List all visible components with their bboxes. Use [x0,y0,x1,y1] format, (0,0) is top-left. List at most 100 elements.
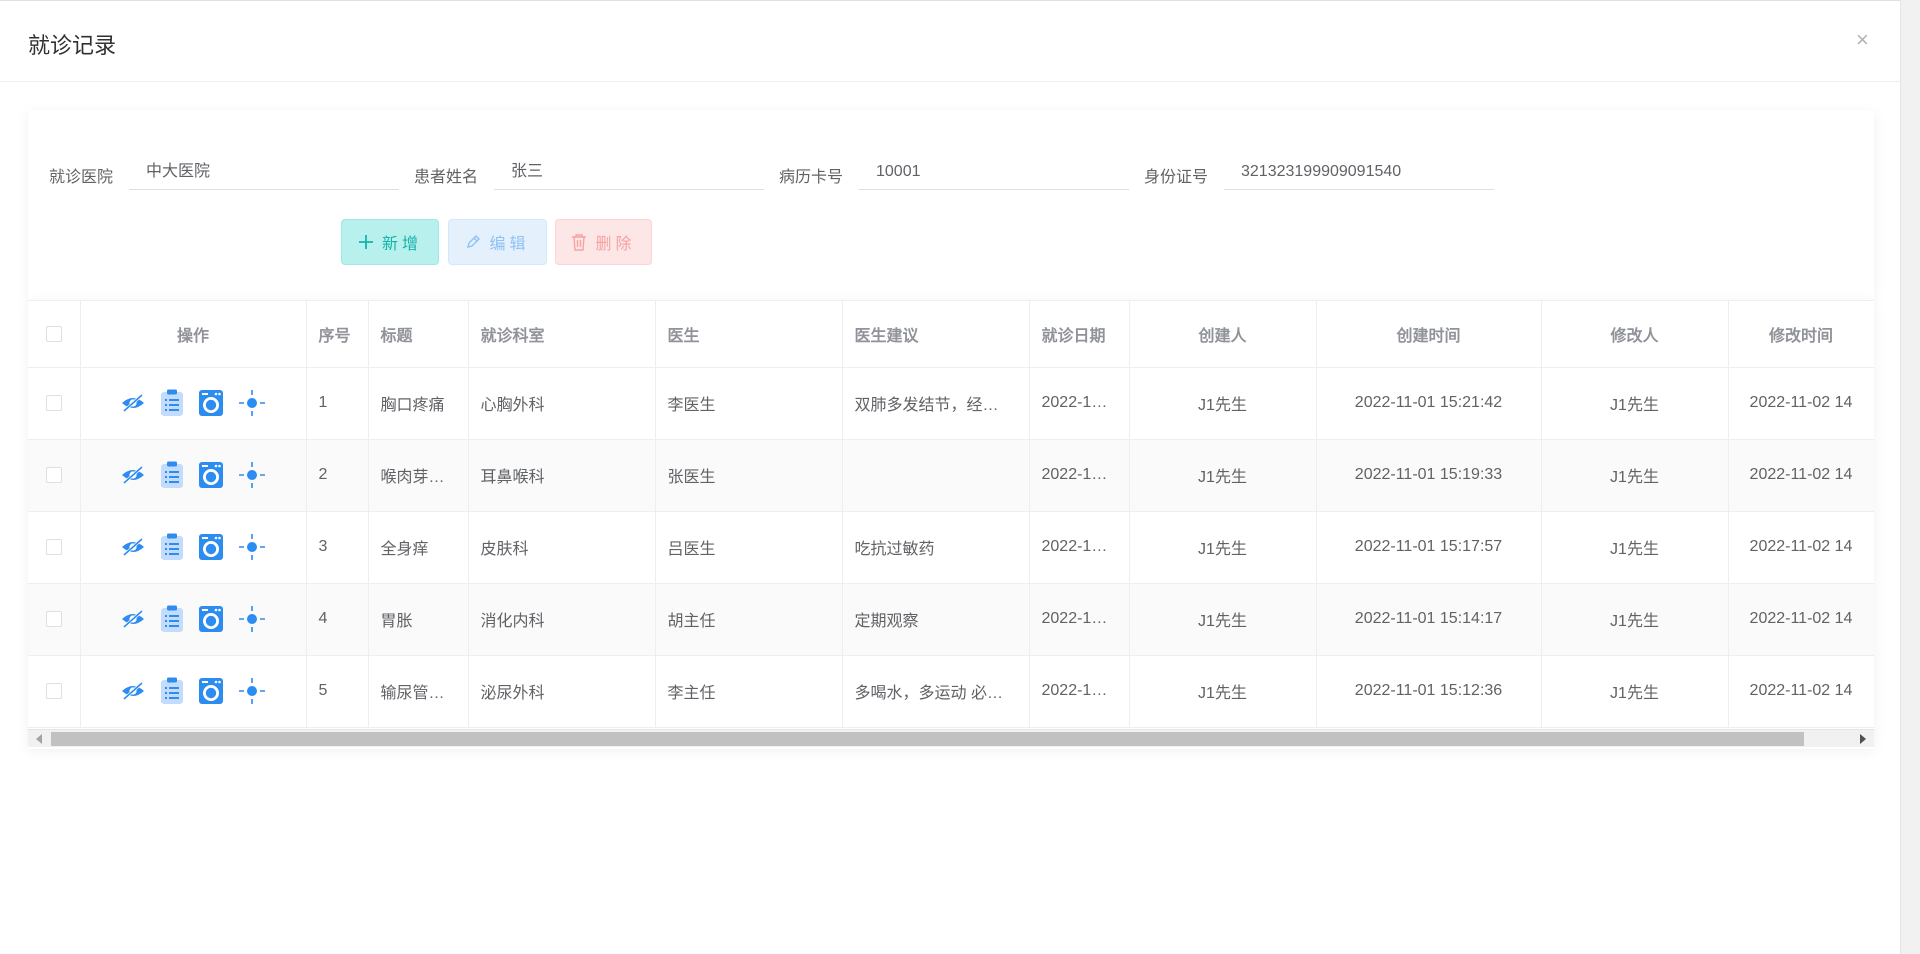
trash-icon [572,234,587,251]
field-label: 就诊医院 [49,169,114,186]
cell-creator: J1先生 [1129,367,1317,440]
cell-dept: 消化内科 [468,583,656,656]
eye-slash-icon[interactable] [120,608,146,630]
delete-button[interactable]: 删除 [555,219,652,265]
washer-icon[interactable] [198,461,224,489]
sun-icon[interactable] [238,533,266,561]
cell-date: 2022-1… [1029,511,1130,584]
row-checkbox[interactable] [45,394,62,411]
row-checkbox[interactable] [45,466,62,483]
table-header-row: 操作 序号 标题 就诊科室 医生 医生建议 就诊日期 创建人 创建时间 修改人 … [28,301,1874,368]
clipboard-list-icon[interactable] [160,533,184,561]
column-header: 就诊日期 [1029,301,1130,368]
column-header: 医生建议 [842,301,1030,368]
hospital-input[interactable]: 中大医院 [129,154,399,190]
table-row[interactable]: 3 全身痒 皮肤科 吕医生 吃抗过敏药 2022-1… J1先生 2022-11-01 15:… [28,511,1874,584]
column-header: 医生 [655,301,843,368]
sun-icon[interactable] [238,677,266,705]
scroll-left-arrow-icon[interactable] [36,734,42,744]
row-actions [80,655,307,728]
cell-modified: 2022-11-02 14 [1728,367,1874,440]
cell-created: 2022-11-01 15:12:36 [1316,655,1542,728]
clipboard-list-icon[interactable] [160,461,184,489]
row-actions [80,439,307,512]
cell-date: 2022-1… [1029,367,1130,440]
cell-advice: 定期观察 [842,583,1030,656]
field-label: 病历卡号 [779,169,844,186]
cell-title: 胃胀 [368,583,469,656]
table-row[interactable]: 2 喉肉芽… 耳鼻喉科 张医生 2022-1… J1先生 2022-11-01 15:19:… [28,439,1874,512]
cell-doctor: 胡主任 [655,583,843,656]
cell-doctor: 李主任 [655,655,843,728]
eye-slash-icon[interactable] [120,680,146,702]
washer-icon[interactable] [198,533,224,561]
cell-title: 输尿管… [368,655,469,728]
row-checkbox[interactable] [45,682,62,699]
eye-slash-icon[interactable] [120,464,146,486]
cell-dept: 皮肤科 [468,511,656,584]
table-row[interactable]: 1 胸口疼痛 心胸外科 李医生 双肺多发结节，经… 2022-1… J1先生 2022-11-… [28,367,1874,440]
select-all-cell [28,301,81,368]
record-card-input[interactable]: 10001 [859,154,1129,190]
column-header: 操作 [80,301,307,368]
table-row[interactable]: 5 输尿管… 泌尿外科 李主任 多喝水，多运动 必… 2022-1… J1先生 2022-11… [28,655,1874,728]
cell-dept: 心胸外科 [468,367,656,440]
sun-icon[interactable] [238,389,266,417]
delete-button-label: 删除 [595,236,636,253]
cell-created: 2022-11-01 15:21:42 [1316,367,1542,440]
cell-modified: 2022-11-02 14 [1728,439,1874,512]
edit-button-label: 编辑 [489,236,530,253]
cell-doctor: 吕医生 [655,511,843,584]
row-checkbox[interactable] [45,610,62,627]
cell-title: 胸口疼痛 [368,367,469,440]
plus-icon [358,235,373,249]
field-label: 患者姓名 [414,169,479,186]
clipboard-list-icon[interactable] [160,605,184,633]
cell-date: 2022-1… [1029,583,1130,656]
eye-slash-icon[interactable] [120,536,146,558]
row-select-cell [28,583,81,656]
cell-creator: J1先生 [1129,511,1317,584]
cell-advice: 多喝水，多运动 必… [842,655,1030,728]
row-checkbox[interactable] [45,538,62,555]
cell-creator: J1先生 [1129,655,1317,728]
cell-dept: 耳鼻喉科 [468,439,656,512]
clipboard-list-icon[interactable] [160,389,184,417]
clipboard-list-icon[interactable] [160,677,184,705]
select-all-checkbox[interactable] [45,325,62,342]
records-table: 操作 序号 标题 就诊科室 医生 医生建议 就诊日期 创建人 创建时间 修改人 … [28,300,1874,749]
sun-icon[interactable] [238,461,266,489]
id-number-input[interactable]: 321323199909091540 [1224,154,1494,190]
column-header: 修改时间 [1728,301,1874,368]
patient-name-input[interactable]: 张三 [494,154,764,190]
scroll-right-arrow-icon[interactable] [1860,734,1866,744]
cell-created: 2022-11-01 15:19:33 [1316,439,1542,512]
edit-button[interactable]: 编辑 [448,219,547,265]
table-horizontal-scrollbar[interactable] [28,729,1874,747]
cell-modifier: J1先生 [1541,439,1729,512]
close-icon[interactable]: × [1856,27,1869,53]
sun-icon[interactable] [238,605,266,633]
add-button-label: 新增 [381,236,422,253]
washer-icon[interactable] [198,677,224,705]
washer-icon[interactable] [198,605,224,633]
row-actions [80,511,307,584]
table-row[interactable]: 4 胃胀 消化内科 胡主任 定期观察 2022-1… J1先生 2022-11-01 15:1… [28,583,1874,656]
column-header: 就诊科室 [468,301,656,368]
column-header: 标题 [368,301,469,368]
column-header: 修改人 [1541,301,1729,368]
cell-created: 2022-11-01 15:14:17 [1316,583,1542,656]
cell-dept: 泌尿外科 [468,655,656,728]
row-select-cell [28,439,81,512]
add-button[interactable]: 新增 [341,219,439,265]
cell-modified: 2022-11-02 14 [1728,655,1874,728]
eye-slash-icon[interactable] [120,392,146,414]
cell-modified: 2022-11-02 14 [1728,583,1874,656]
page-vertical-scrollbar[interactable] [1900,0,1920,954]
cell-creator: J1先生 [1129,439,1317,512]
dialog-title: 就诊记录 [28,33,117,58]
cell-modifier: J1先生 [1541,655,1729,728]
washer-icon[interactable] [198,389,224,417]
scrollbar-thumb[interactable] [51,732,1804,746]
column-header: 序号 [306,301,369,368]
